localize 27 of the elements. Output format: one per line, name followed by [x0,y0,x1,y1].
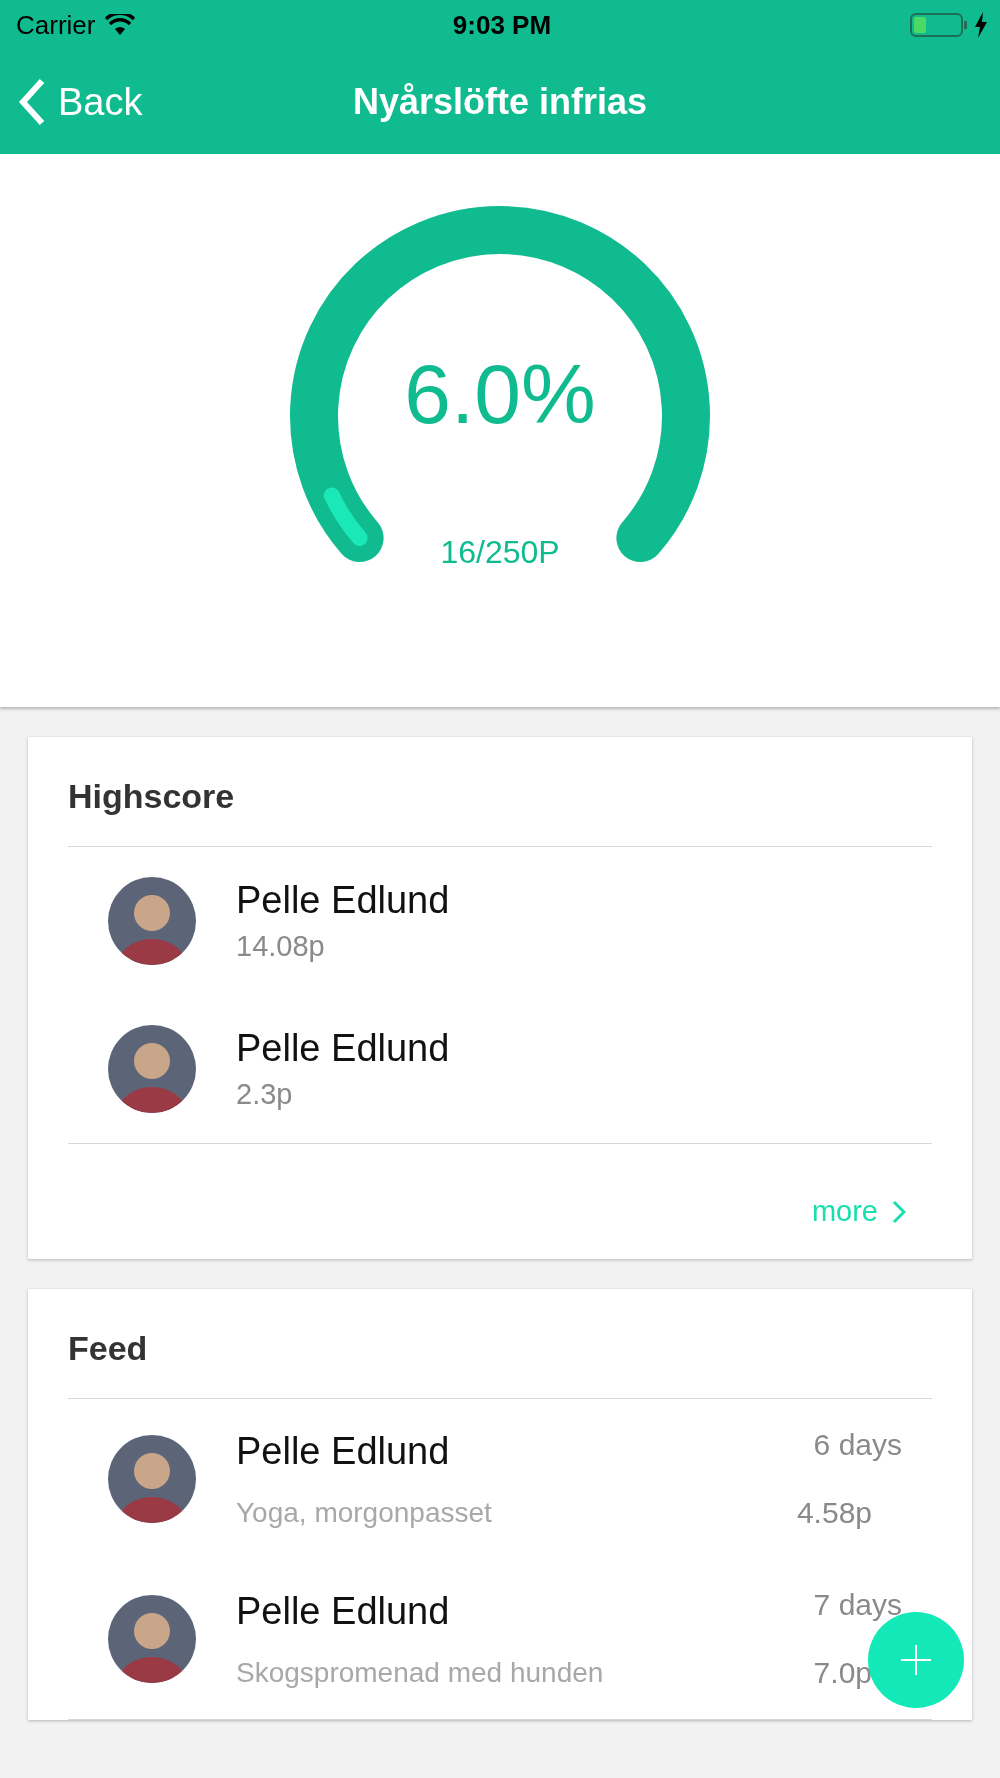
points: 7.0p [813,1656,872,1690]
status-time: 9:03 PM [451,9,553,41]
card-title: Feed [68,1328,149,1369]
battery-icon [910,12,968,38]
time-ago: 7 days [813,1588,902,1622]
back-button[interactable]: Back [0,78,143,126]
carrier-label: Carrier [16,9,96,41]
points: 4.58p [796,1496,872,1530]
more-link[interactable]: more [805,1194,912,1229]
score: 2.3p [236,1078,294,1111]
percent-value: 6.0% [403,346,597,443]
time-ago: 6 days [813,1428,902,1462]
screen-title: Nyårslöfte infrias [351,81,649,123]
activity-text: Yoga, morgonpasset [236,1496,493,1529]
plus-icon [900,1644,932,1676]
score: 14.08p [236,930,326,963]
card-title: Highscore [68,776,236,817]
wifi-icon [105,14,136,36]
activity-text: Skogspromenad med hunden [236,1656,605,1689]
user-name: Pelle Edlund [236,1589,451,1633]
points-value: 16/250P [439,534,561,571]
charging-icon [974,12,988,38]
user-name: Pelle Edlund [236,879,451,922]
chevron-left-icon [18,78,46,126]
user-name: Pelle Edlund [236,1027,451,1070]
user-name: Pelle Edlund [236,1429,451,1473]
chevron-right-icon [892,1199,906,1224]
